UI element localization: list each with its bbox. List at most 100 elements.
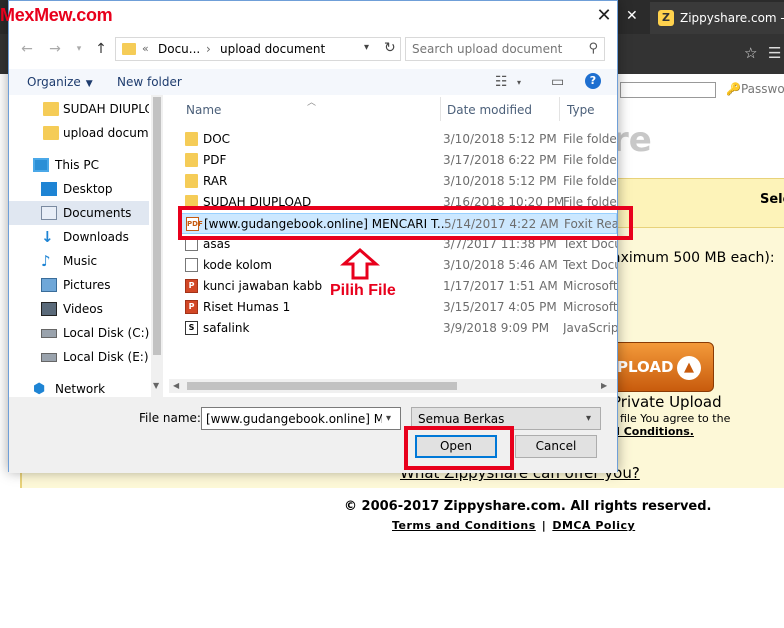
file-name-combobox[interactable]: [www.gudangebook.online] MENCARI T ▾ bbox=[201, 407, 401, 430]
address-bar[interactable]: « Docu... › upload document ▾ ↻ bbox=[115, 37, 401, 61]
documents-icon bbox=[41, 206, 57, 220]
sidebar-item-local-disk-e[interactable]: Local Disk (E:) bbox=[9, 345, 149, 369]
computer-icon bbox=[33, 158, 49, 172]
file-row-safalink[interactable]: S safalink 3/9/2018 9:09 PM JavaScript bbox=[181, 318, 617, 339]
file-name: RAR bbox=[203, 174, 228, 188]
sidebar-item-videos[interactable]: Videos bbox=[9, 297, 149, 321]
file-date: 3/9/2018 9:09 PM bbox=[443, 321, 550, 335]
sidebar-item-label: Pictures bbox=[63, 278, 111, 292]
search-input[interactable] bbox=[412, 41, 582, 57]
sidebar-item-sudah-diupload[interactable]: SUDAH DIUPLOA bbox=[9, 97, 149, 121]
file-type: Microsoft bbox=[563, 300, 617, 314]
organize-button[interactable]: Organize ▼ bbox=[27, 75, 93, 89]
chevron-down-icon: ▾ bbox=[586, 413, 592, 424]
scroll-down-icon[interactable]: ▼ bbox=[153, 381, 159, 390]
sidebar-item-label: SUDAH DIUPLOA bbox=[63, 102, 149, 116]
videos-icon bbox=[41, 302, 57, 316]
sidebar-item-music[interactable]: ♪ Music bbox=[9, 249, 149, 273]
private-upload-text: Private Upload bbox=[612, 393, 722, 411]
recent-dropdown-icon[interactable]: ▾ bbox=[69, 39, 89, 59]
column-header-name[interactable]: Name bbox=[186, 103, 221, 117]
close-icon[interactable]: ✕ bbox=[593, 5, 615, 27]
disk-icon bbox=[41, 329, 57, 338]
sidebar-item-pictures[interactable]: Pictures bbox=[9, 273, 149, 297]
view-options-icon[interactable]: ☷ bbox=[495, 74, 508, 90]
file-type: JavaScript bbox=[563, 321, 617, 335]
text-file-icon bbox=[185, 258, 198, 272]
agree-text: file You agree to the bbox=[620, 412, 731, 425]
browser-tab[interactable]: Z Zippyshare.com - F bbox=[650, 2, 784, 34]
file-name: DOC bbox=[203, 132, 231, 146]
horizontal-scrollbar[interactable]: ◀ ▶ bbox=[169, 379, 617, 393]
back-arrow-icon[interactable]: ← bbox=[17, 39, 37, 59]
file-row-riset-humas[interactable]: P Riset Humas 1 3/15/2017 4:05 PM Micros… bbox=[181, 297, 617, 318]
file-name-input[interactable]: [www.gudangebook.online] MENCARI T bbox=[206, 412, 382, 426]
sidebar-item-label: Local Disk (C:) bbox=[63, 326, 149, 340]
file-name: Riset Humas 1 bbox=[203, 300, 291, 314]
file-row-rar[interactable]: RAR 3/10/2018 5:12 PM File folder bbox=[181, 171, 617, 192]
star-icon[interactable]: ☆ bbox=[744, 44, 757, 62]
music-icon: ♪ bbox=[41, 252, 51, 270]
scrollbar-thumb[interactable] bbox=[187, 382, 457, 390]
copyright-text: © 2006-2017 Zippyshare.com. All rights r… bbox=[344, 499, 712, 514]
sidebar-item-label: upload documer bbox=[63, 126, 149, 140]
file-row-pdf-folder[interactable]: PDF 3/17/2018 6:22 PM File folder bbox=[181, 150, 617, 171]
upload-button[interactable]: PLOAD ▲ bbox=[602, 342, 714, 392]
scrollbar-thumb[interactable] bbox=[153, 97, 161, 355]
breadcrumb-overflow[interactable]: « bbox=[142, 42, 149, 55]
file-type-value: Semua Berkas bbox=[418, 412, 505, 426]
scroll-right-icon[interactable]: ▶ bbox=[601, 381, 607, 390]
annotation-arrow-icon bbox=[340, 248, 380, 280]
column-header-type[interactable]: Type bbox=[567, 103, 595, 117]
sidebar-item-label: Local Disk (E:) bbox=[63, 350, 149, 364]
breadcrumb-upload-document[interactable]: upload document bbox=[220, 42, 325, 56]
forward-arrow-icon[interactable]: → bbox=[45, 39, 65, 59]
folder-icon bbox=[43, 126, 59, 140]
sidebar-item-label: Music bbox=[63, 254, 98, 268]
dmca-link[interactable]: DMCA Policy bbox=[552, 519, 635, 532]
password-input[interactable] bbox=[620, 82, 716, 98]
conditions-link[interactable]: d Conditions. bbox=[612, 425, 694, 438]
sidebar-item-local-disk-c[interactable]: Local Disk (C:) bbox=[9, 321, 149, 345]
file-date: 3/10/2018 5:12 PM bbox=[443, 174, 557, 188]
refresh-icon[interactable]: ↻ bbox=[384, 40, 396, 56]
terms-link[interactable]: Terms and Conditions bbox=[392, 519, 536, 532]
file-type: File folder bbox=[563, 174, 617, 188]
column-header-date[interactable]: Date modified bbox=[447, 103, 532, 117]
sidebar-item-documents[interactable]: Documents bbox=[9, 201, 149, 225]
sidebar-item-desktop[interactable]: Desktop bbox=[9, 177, 149, 201]
sidebar-item-downloads[interactable]: ↓ Downloads bbox=[9, 225, 149, 249]
new-folder-button[interactable]: New folder bbox=[117, 75, 182, 89]
select-label: Sele bbox=[760, 192, 784, 207]
breadcrumb-documents[interactable]: Docu... bbox=[158, 42, 200, 56]
breadcrumb-separator[interactable]: › bbox=[206, 42, 211, 56]
menu-icon[interactable]: ☰ bbox=[768, 44, 781, 62]
desktop-icon bbox=[41, 182, 57, 196]
file-highlight-box bbox=[178, 206, 633, 240]
file-row-kunci-jawaban[interactable]: P kunci jawaban kabb 1/17/2017 1:51 AM M… bbox=[181, 276, 617, 297]
scroll-left-icon[interactable]: ◀ bbox=[173, 381, 179, 390]
up-arrow-icon[interactable]: ↑ bbox=[91, 39, 111, 59]
download-icon: ↓ bbox=[41, 228, 54, 246]
sidebar-item-label: Downloads bbox=[63, 230, 129, 244]
open-highlight-box bbox=[404, 426, 514, 470]
view-dropdown-icon[interactable]: ▾ bbox=[517, 78, 521, 87]
search-icon[interactable]: ⚲ bbox=[588, 41, 598, 56]
chevron-down-icon[interactable]: ▾ bbox=[386, 413, 391, 424]
cancel-button[interactable]: Cancel bbox=[515, 435, 597, 458]
sidebar-item-network[interactable]: ⬢ Network bbox=[9, 377, 149, 397]
sidebar-item-this-pc[interactable]: This PC bbox=[9, 153, 149, 177]
network-icon: ⬢ bbox=[33, 381, 46, 397]
help-icon[interactable]: ? bbox=[585, 73, 601, 89]
preview-pane-icon[interactable]: ▭ bbox=[551, 74, 564, 90]
tab-close-icon[interactable]: ✕ bbox=[626, 8, 638, 24]
column-divider[interactable] bbox=[559, 97, 560, 121]
sidebar-item-upload-document[interactable]: upload documer bbox=[9, 121, 149, 145]
address-dropdown-icon[interactable]: ▾ bbox=[364, 42, 369, 53]
file-row-doc[interactable]: DOC 3/10/2018 5:12 PM File folder bbox=[181, 129, 617, 150]
search-box[interactable]: ⚲ bbox=[405, 37, 605, 61]
sidebar-item-label: Videos bbox=[63, 302, 103, 316]
column-divider[interactable] bbox=[440, 97, 441, 121]
sidebar-scrollbar[interactable]: ▼ bbox=[151, 95, 163, 397]
file-row-kode-kolom[interactable]: kode kolom 3/10/2018 5:46 AM Text Docume… bbox=[181, 255, 617, 276]
